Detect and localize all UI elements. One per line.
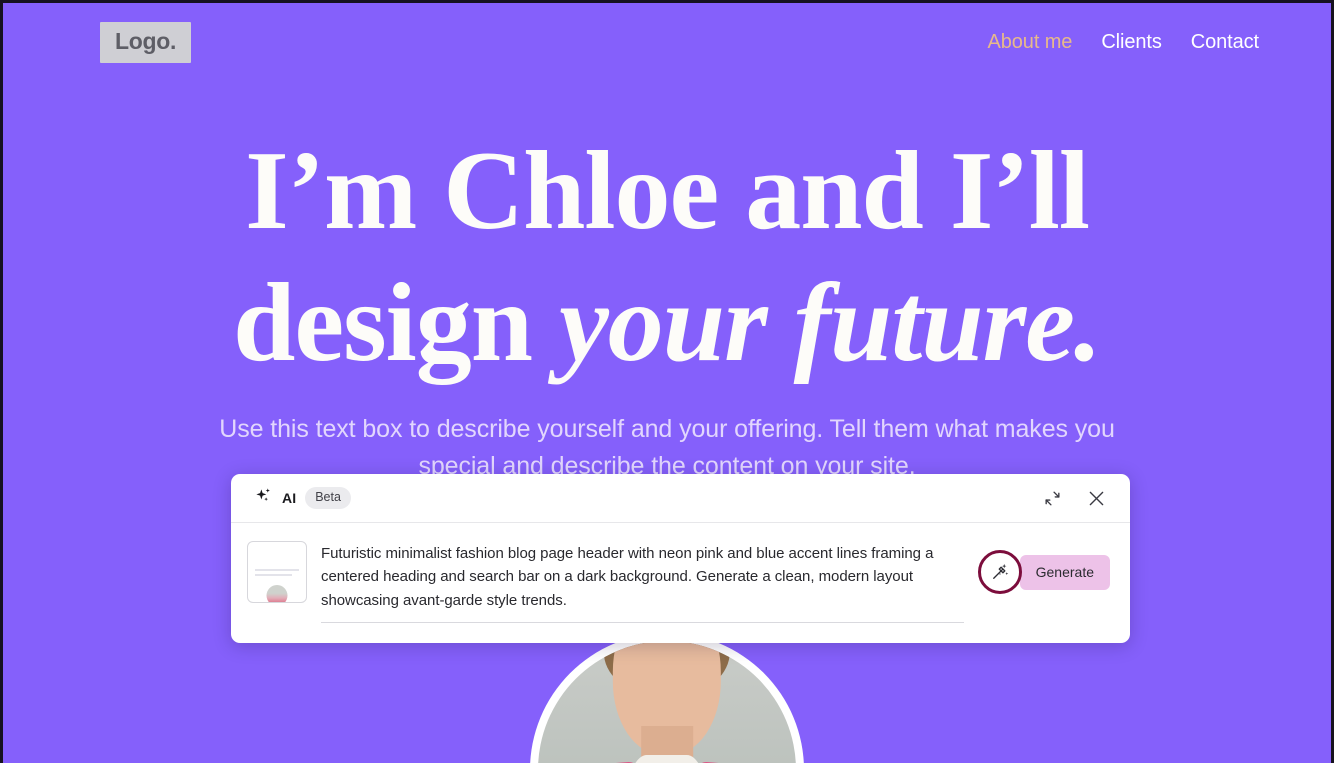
ai-panel-header-actions: [1037, 483, 1111, 513]
main-navigation: About me Clients Contact: [988, 31, 1260, 54]
hero-subtitle: Use this text box to describe yourself a…: [219, 415, 1115, 480]
page-title: I’m Chloe and I’ll design your future.: [3, 81, 1331, 389]
avatar-photo: [538, 641, 796, 763]
thumbnail-avatar: [266, 585, 288, 602]
hero-section: I’m Chloe and I’ll design your future. U…: [3, 81, 1331, 484]
generate-button[interactable]: Generate: [1019, 554, 1110, 590]
ai-prompt-area: [321, 541, 964, 623]
thumbnail-text-line: [255, 569, 299, 571]
site-logo[interactable]: Logo.: [100, 21, 192, 63]
avatar: [530, 633, 804, 763]
site-header: Logo. About me Clients Contact: [3, 3, 1331, 81]
page-preview-thumbnail[interactable]: [247, 541, 307, 603]
ai-panel-brand: AI Beta: [254, 486, 351, 510]
sparkle-icon: [254, 486, 273, 510]
photo-turtleneck: [628, 754, 706, 763]
close-icon[interactable]: [1081, 483, 1111, 513]
ai-panel-title: AI: [282, 490, 297, 506]
ai-prompt-underline: [321, 622, 964, 623]
thumbnail-text-line: [255, 574, 292, 576]
ai-assistant-panel: AI Beta Futuristic minimalist fashion bl…: [231, 474, 1130, 643]
collapse-icon[interactable]: [1037, 483, 1067, 513]
nav-link-clients[interactable]: Clients: [1101, 31, 1162, 54]
ai-panel-header: AI Beta: [231, 474, 1130, 523]
nav-link-contact[interactable]: Contact: [1191, 31, 1259, 54]
beta-badge: Beta: [305, 487, 351, 509]
headline-italic: your future.: [559, 261, 1102, 386]
browser-viewport: Logo. About me Clients Contact I’m Chloe…: [0, 0, 1334, 763]
ai-prompt-input[interactable]: [321, 542, 964, 612]
ai-panel-body: Generate: [231, 523, 1130, 643]
nav-link-about-me[interactable]: About me: [988, 31, 1073, 54]
magic-wand-icon[interactable]: [977, 550, 1022, 594]
ai-panel-actions: Generate: [977, 541, 1110, 594]
